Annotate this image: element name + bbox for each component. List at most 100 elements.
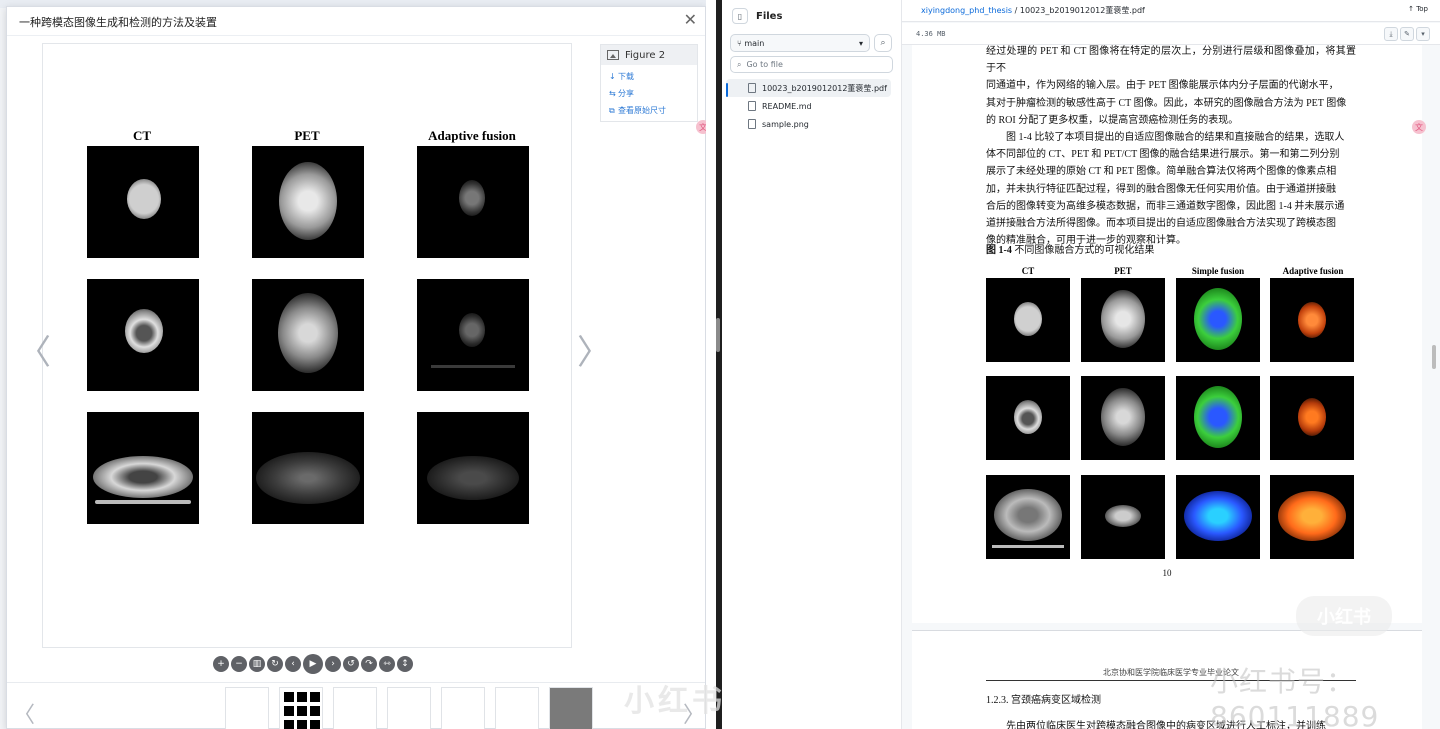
pdf-column-header-pet: PET: [1114, 266, 1132, 276]
flip-horizontal-icon[interactable]: ⇿: [379, 656, 395, 672]
pdf-breadcrumb-bar: xiyingdong_phd_thesis / 10023_b201901201…: [902, 0, 1440, 22]
pdf-adaptive-fusion-abdomen-image: [1270, 475, 1354, 559]
flip-vertical-icon[interactable]: ↕: [397, 656, 413, 672]
text-line: 的 ROI 分配了更多权重，以提高宫颈癌检测任务的表现。: [986, 114, 1239, 126]
active-file-indicator: [726, 83, 728, 97]
pdf-column-header-ct: CT: [1021, 266, 1035, 276]
download-link[interactable]: ↓ 下载: [609, 71, 697, 82]
text-line: 同通道中，作为网络的输入层。由于 PET 图像能展示体内分子层面的代谢水平，: [986, 80, 1339, 92]
branch-row: ⑂ main ▾ ⌕: [722, 32, 901, 52]
files-header: ▯ Files: [722, 0, 901, 32]
figure-label: Figure 2: [625, 49, 666, 61]
reset-icon[interactable]: ↻: [267, 656, 283, 672]
thumbnail-divider: [7, 682, 705, 683]
pdf-pet-abdomen-image: [1081, 475, 1165, 559]
figure-side-panel: Figure 2 ↓ 下载 ⇆ 分享 ⧉ 查看原始尺寸: [600, 44, 698, 122]
branch-icon: ⑂: [737, 38, 742, 48]
breadcrumb-repo-link[interactable]: xiyingdong_phd_thesis: [921, 6, 1012, 15]
next-figure-arrow-icon[interactable]: 〉: [577, 325, 611, 374]
pet-skull-base-image: [252, 279, 364, 391]
next-icon[interactable]: ›: [325, 656, 341, 672]
thumbnail-figure-7[interactable]: [549, 687, 593, 729]
text-line: 加，并未执行特征匹配过程，得到的融合图像无任何实用价值。由于通道拼接融: [986, 183, 1336, 195]
view-original-size-link[interactable]: ⧉ 查看原始尺寸: [609, 105, 697, 116]
image-icon: [607, 50, 619, 60]
file-size: 4.36 MB: [916, 30, 946, 38]
column-header-adaptive-fusion: Adaptive fusion: [428, 128, 516, 143]
figure-caption-text: 不同图像融合方式的可视化结果: [1014, 245, 1155, 256]
collapse-sidebar-icon[interactable]: ▯: [732, 8, 748, 24]
thumbnail-figure-3[interactable]: [333, 687, 377, 729]
zoom-out-icon[interactable]: −: [231, 656, 247, 672]
search-files-icon[interactable]: ⌕: [874, 34, 892, 52]
page-number: 10: [1162, 568, 1172, 578]
file-item-pdf[interactable]: 10023_b2019012012董褒莹.pdf: [726, 79, 891, 97]
split-divider-handle[interactable]: [716, 318, 720, 352]
file-name: 10023_b2019012012董褒莹.pdf: [762, 83, 887, 93]
text-line: 合后的图像转变为高维多模态数据，而非三通道数字图像，因此图 1-4 并未展示通: [986, 200, 1345, 212]
modal-header-divider: [7, 35, 705, 36]
pet-brain-axial-image: [252, 146, 364, 258]
text-line: 体不同部位的 CT、PET 和 PET/CT 图像的融合结果进行展示。第一和第二…: [986, 149, 1340, 161]
file-icon: [748, 83, 756, 93]
viewer-toolbar: + − ▥ ↻ ‹ ▶ › ↺ ↷ ⇿ ↕: [213, 654, 413, 674]
play-icon[interactable]: ▶: [303, 654, 323, 674]
watermark-logo: 小红书: [1296, 596, 1392, 636]
more-dropdown-icon[interactable]: ▾: [1416, 27, 1430, 41]
column-header-pet: PET: [294, 128, 320, 143]
rotate-left-icon[interactable]: ↺: [343, 656, 359, 672]
pdf-simple-fusion-abdomen-image: [1176, 475, 1260, 559]
watermark-id: 小红书号：860111889: [1210, 665, 1380, 729]
patent-viewer-pane: 一种跨模态图像生成和检测的方法及装置 ✕ CT PET Adaptive fus…: [0, 0, 720, 729]
scrollbar-thumb[interactable]: [1432, 345, 1436, 369]
pdf-adaptive-fusion-skull-base-image: [1270, 376, 1354, 460]
previous-icon[interactable]: ‹: [285, 656, 301, 672]
pdf-simple-fusion-brain-image: [1176, 278, 1260, 362]
text-line: 经过处理的 PET 和 CT 图像将在特定的层次上，分别进行层级和图像叠加，将其…: [986, 46, 1356, 75]
text-line: 道拼接融合方法所得图像。而本项目提出的自适应图像融合方法实现了跨模态图: [986, 218, 1336, 230]
figure-modal: 一种跨模态图像生成和检测的方法及装置 ✕ CT PET Adaptive fus…: [6, 6, 706, 729]
section-heading: 1.2.3. 宫颈癌病变区域检测: [986, 695, 1101, 706]
go-to-file-placeholder: Go to file: [746, 60, 783, 69]
go-to-file-input[interactable]: ⌕ Go to file: [730, 56, 893, 73]
figure-caption-number: 图 1-4: [986, 245, 1012, 256]
pdf-page-10: 经过处理的 PET 和 CT 图像将在特定的层次上，分别进行层级和图像叠加，将其…: [912, 45, 1422, 623]
pdf-simple-fusion-skull-base-image: [1176, 376, 1260, 460]
fit-icon[interactable]: ▥: [249, 656, 265, 672]
file-name: README.md: [762, 101, 812, 111]
thumbnail-figure-6[interactable]: [495, 687, 539, 729]
adaptive-fusion-skull-base-image: [417, 279, 529, 391]
pdf-column-header-simple-fusion: Simple fusion: [1191, 266, 1245, 276]
prev-figure-arrow-icon[interactable]: 〈: [17, 325, 51, 374]
ct-skull-base-image: [87, 279, 199, 391]
text-line: 图 1-4 比较了本项目提出的自适应图像融合的结果和直接融合的结果，选取人: [986, 132, 1345, 144]
thumbnail-figure-5[interactable]: [441, 687, 485, 729]
zoom-in-icon[interactable]: +: [213, 656, 229, 672]
share-link[interactable]: ⇆ 分享: [609, 88, 697, 99]
thumbnail-prev-icon[interactable]: 〈: [13, 697, 35, 729]
pdf-ct-skull-base-image: [986, 376, 1070, 460]
share-icon: ⇆: [609, 89, 616, 98]
rotate-right-icon[interactable]: ↷: [361, 656, 377, 672]
adaptive-fusion-brain-image: [417, 146, 529, 258]
modal-title: 一种跨模态图像生成和检测的方法及装置: [19, 16, 217, 29]
download-icon[interactable]: ⤓: [1384, 27, 1398, 41]
edit-pencil-icon[interactable]: ✎: [1400, 27, 1414, 41]
breadcrumb-file: 10023_b2019012012董褒莹.pdf: [1019, 6, 1145, 15]
back-to-top-button[interactable]: ↑ Top: [1408, 5, 1428, 13]
thumbnail-figure-2[interactable]: [279, 687, 323, 729]
pdf-adaptive-fusion-brain-image: [1270, 278, 1354, 362]
close-icon[interactable]: ✕: [684, 10, 697, 29]
translate-float-icon-right[interactable]: 文: [1412, 120, 1426, 134]
pdf-file-info-bar: 4.36 MB ⤓ ✎ ▾: [902, 23, 1440, 45]
expand-icon: ⧉: [609, 106, 615, 115]
thumbnail-figure-1[interactable]: [225, 687, 269, 729]
file-item-sample-png[interactable]: sample.png: [726, 115, 891, 133]
ct-thorax-image: [87, 412, 199, 524]
branch-selector[interactable]: ⑂ main ▾: [730, 34, 870, 52]
pdf-ct-abdomen-image: [986, 475, 1070, 559]
thumbnail-figure-4[interactable]: [387, 687, 431, 729]
file-item-readme[interactable]: README.md: [726, 97, 891, 115]
text-line: 其对于肿瘤检测的敏感性高于 CT 图像。因此，本研究的图像融合方法为 PET 图…: [986, 97, 1347, 109]
body-paragraph: 经过处理的 PET 和 CT 图像将在特定的层次上，分别进行层级和图像叠加，将其…: [986, 43, 1356, 249]
